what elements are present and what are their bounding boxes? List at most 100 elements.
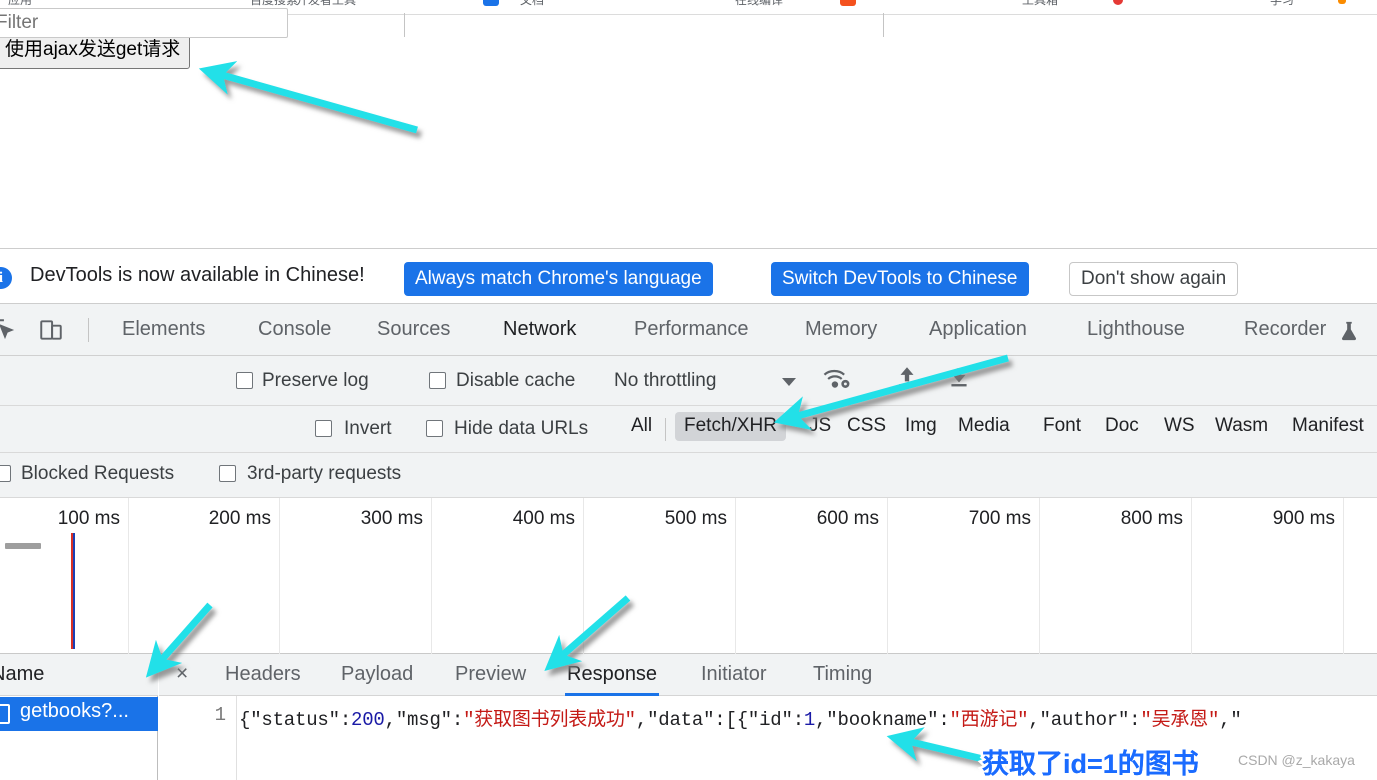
bookmark-item[interactable]: 开发者工具 bbox=[296, 0, 356, 8]
tab-preview[interactable]: Preview bbox=[455, 663, 526, 686]
resource-filter-doc[interactable]: Doc bbox=[1096, 412, 1148, 441]
tab-initiator[interactable]: Initiator bbox=[701, 663, 767, 686]
json-token: ,"data":[{"id": bbox=[635, 709, 804, 731]
devtools-language-banner: i DevTools is now available in Chinese! … bbox=[0, 248, 1377, 304]
bookmark-item[interactable]: 学习 bbox=[1270, 0, 1294, 8]
bookmark-item[interactable]: 工具箱 bbox=[1022, 0, 1058, 8]
hide-data-urls-label[interactable]: Hide data URLs bbox=[454, 418, 588, 440]
timeline-gridline bbox=[583, 498, 584, 654]
preserve-log-checkbox[interactable] bbox=[236, 372, 253, 389]
request-name: getbooks?... bbox=[20, 700, 129, 722]
response-body[interactable]: {"status":200,"msg":"获取图书列表成功","data":[{… bbox=[239, 704, 1377, 731]
invert-checkbox[interactable] bbox=[315, 420, 332, 437]
chevron-down-icon[interactable] bbox=[782, 378, 796, 386]
json-token: "获取图书列表成功" bbox=[463, 709, 636, 731]
preserve-log-label[interactable]: Preserve log bbox=[262, 370, 369, 392]
resource-filter-js[interactable]: JS bbox=[800, 412, 840, 441]
timeline-gridline bbox=[1343, 498, 1344, 654]
banner-message: DevTools is now available in Chinese! bbox=[30, 264, 365, 286]
tab-headers[interactable]: Headers bbox=[225, 663, 301, 686]
bookmark-favicon[interactable] bbox=[840, 0, 856, 6]
bookmark-favicon[interactable] bbox=[1338, 0, 1346, 4]
throttling-select[interactable]: No throttling bbox=[614, 370, 716, 392]
request-waterfall-bar bbox=[5, 543, 41, 549]
blocked-requests-label[interactable]: Blocked Requests bbox=[21, 463, 174, 485]
timeline-gridline bbox=[1039, 498, 1040, 654]
request-detail-tabbar: × Headers Payload Preview Response Initi… bbox=[159, 654, 1377, 696]
tabbar-divider bbox=[88, 318, 89, 342]
timeline-tick-label: 100 ms bbox=[57, 508, 120, 529]
blocked-requests-row bbox=[0, 453, 1377, 498]
timeline-gridline bbox=[887, 498, 888, 654]
resource-filter-css[interactable]: CSS bbox=[838, 412, 895, 441]
experiment-flask-icon bbox=[1338, 319, 1360, 343]
network-conditions-icon[interactable] bbox=[822, 364, 854, 394]
send-get-request-button[interactable]: 使用ajax发送get请求 bbox=[0, 33, 191, 69]
resource-filter-font[interactable]: Font bbox=[1034, 412, 1090, 441]
tab-console[interactable]: Console bbox=[258, 318, 331, 343]
disable-cache-label[interactable]: Disable cache bbox=[456, 370, 575, 392]
toolbar-divider bbox=[883, 13, 884, 37]
bookmark-item[interactable]: 百度搜索 bbox=[250, 0, 298, 8]
tab-sources[interactable]: Sources bbox=[377, 318, 450, 343]
tab-performance[interactable]: Performance bbox=[634, 318, 749, 343]
timeline-tick-label: 600 ms bbox=[816, 508, 879, 529]
tab-elements[interactable]: Elements bbox=[122, 318, 205, 343]
device-toolbar-icon[interactable] bbox=[38, 317, 64, 343]
inspect-element-icon[interactable] bbox=[0, 317, 18, 343]
timeline-gridline bbox=[1191, 498, 1192, 654]
bookmark-item[interactable]: 文档 bbox=[520, 0, 544, 8]
devtools-tab-bar: Elements Console Sources Network Perform… bbox=[0, 304, 1377, 359]
resource-filter-wasm[interactable]: Wasm bbox=[1206, 412, 1277, 441]
tab-application[interactable]: Application bbox=[929, 318, 1027, 343]
resource-filter-fetch-xhr[interactable]: Fetch/XHR bbox=[675, 412, 786, 441]
bookmark-item[interactable]: 在线编译 bbox=[735, 0, 783, 8]
json-token: ," bbox=[1219, 709, 1242, 731]
timeline-gridline bbox=[279, 498, 280, 654]
invert-label[interactable]: Invert bbox=[344, 418, 392, 440]
network-timeline-overview[interactable]: 100 ms 200 ms 300 ms 400 ms 500 ms 600 m… bbox=[0, 498, 1377, 654]
tab-network[interactable]: Network bbox=[503, 318, 577, 359]
filter-input[interactable] bbox=[0, 8, 288, 38]
third-party-requests-checkbox[interactable] bbox=[219, 465, 236, 482]
disable-cache-checkbox[interactable] bbox=[429, 372, 446, 389]
blocked-requests-checkbox[interactable] bbox=[0, 465, 11, 482]
tab-timing[interactable]: Timing bbox=[813, 663, 872, 686]
json-token: 1 bbox=[803, 709, 816, 731]
tab-memory[interactable]: Memory bbox=[805, 318, 877, 343]
resource-filter-img[interactable]: Img bbox=[896, 412, 946, 441]
request-list-header[interactable]: Name bbox=[0, 654, 158, 696]
tab-recorder[interactable]: Recorder bbox=[1244, 318, 1326, 343]
network-request-list: Name getbooks?... bbox=[0, 654, 158, 780]
bookmark-favicon[interactable] bbox=[483, 0, 499, 6]
resource-filter-media[interactable]: Media bbox=[949, 412, 1019, 441]
column-header-name: Name bbox=[0, 663, 45, 685]
tab-payload[interactable]: Payload bbox=[341, 663, 413, 686]
timeline-tick-label: 700 ms bbox=[968, 508, 1031, 529]
tab-lighthouse[interactable]: Lighthouse bbox=[1087, 318, 1185, 343]
load-event-marker bbox=[73, 533, 75, 649]
third-party-requests-label[interactable]: 3rd-party requests bbox=[247, 463, 401, 485]
bookmark-item[interactable]: 应用 bbox=[8, 0, 32, 8]
resource-filter-all[interactable]: All bbox=[622, 412, 661, 441]
info-icon: i bbox=[0, 267, 12, 289]
import-har-icon[interactable] bbox=[894, 364, 920, 390]
timeline-tick-label: 800 ms bbox=[1120, 508, 1183, 529]
resource-filter-ws[interactable]: WS bbox=[1155, 412, 1204, 441]
page-viewport: 使用ajax发送get请求 bbox=[0, 15, 1377, 248]
timeline-tick-label: 400 ms bbox=[512, 508, 575, 529]
close-icon[interactable]: × bbox=[176, 662, 188, 686]
json-token: 200 bbox=[351, 709, 385, 731]
hide-data-urls-checkbox[interactable] bbox=[426, 420, 443, 437]
always-match-language-button[interactable]: Always match Chrome's language bbox=[404, 262, 713, 296]
bookmark-favicon[interactable] bbox=[1113, 0, 1123, 5]
timeline-gridline bbox=[431, 498, 432, 654]
dont-show-again-button[interactable]: Don't show again bbox=[1069, 262, 1239, 296]
json-token: "吴承恩" bbox=[1140, 709, 1220, 731]
timeline-gridline bbox=[735, 498, 736, 654]
resource-filter-manifest[interactable]: Manifest bbox=[1283, 412, 1373, 441]
export-har-icon[interactable] bbox=[946, 364, 972, 390]
switch-to-chinese-button[interactable]: Switch DevTools to Chinese bbox=[771, 262, 1029, 296]
table-row[interactable]: getbooks?... bbox=[0, 697, 158, 731]
tab-response[interactable]: Response bbox=[564, 663, 660, 696]
